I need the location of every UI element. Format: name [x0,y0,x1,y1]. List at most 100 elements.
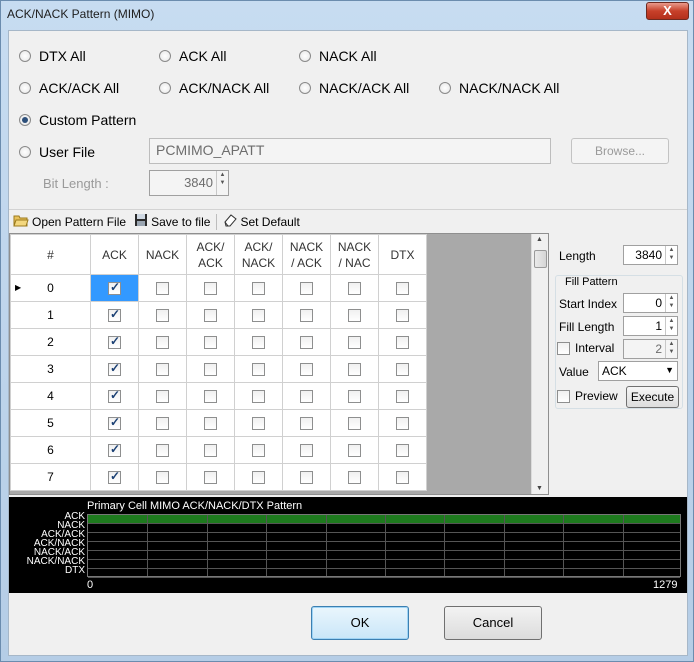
checkbox-icon[interactable] [396,444,409,458]
checkbox-icon[interactable] [204,390,217,404]
checkbox-icon[interactable] [396,471,409,485]
checkbox-icon[interactable] [348,336,361,350]
checkbox-icon[interactable] [204,471,217,485]
checkbox-icon[interactable] [252,282,265,296]
checkbox-icon[interactable] [204,336,217,350]
cell-ack-ack[interactable] [186,382,235,410]
grid-vertical-scrollbar[interactable]: ▲ ▼ [531,234,548,494]
cell-nack[interactable] [138,328,187,356]
radio-ack-ack-all[interactable]: ACK/ACK All [19,80,119,96]
radio-nack-ack-all[interactable]: NACK/ACK All [299,80,409,96]
column-header-dtx[interactable]: DTX [378,234,427,275]
cell-ack[interactable] [90,274,139,302]
radio-nack-all[interactable]: NACK All [299,48,377,64]
cell-ack-nack[interactable] [234,328,283,356]
checkbox-icon[interactable] [252,444,265,458]
row-index[interactable]: 6 [10,436,91,464]
checkbox-icon[interactable] [300,471,313,485]
cell-nack-ack[interactable] [282,355,331,383]
interval-checkbox[interactable]: Interval [557,341,614,355]
checkbox-icon[interactable] [108,307,121,323]
cell-ack-nack[interactable] [234,355,283,383]
bit-length-stepper[interactable]: 3840 ▲ ▼ [149,170,229,196]
cell-nack-ack[interactable] [282,409,331,437]
cell-nack-ack[interactable] [282,274,331,302]
cancel-button[interactable]: Cancel [444,606,542,640]
checkbox-icon[interactable] [252,417,265,431]
cell-ack-nack[interactable] [234,409,283,437]
column-header-ack-ack[interactable]: ACK/ ACK [186,234,235,275]
checkbox-icon[interactable] [300,417,313,431]
cell-dtx[interactable] [378,274,427,302]
value-select[interactable]: ACK ▼ [598,361,678,381]
spin-arrows-icon[interactable]: ▲ ▼ [665,340,677,358]
row-index[interactable]: 5 [10,409,91,437]
checkbox-icon[interactable] [300,336,313,350]
user-file-path-input[interactable]: PCMIMO_APATT [149,138,551,164]
execute-button[interactable]: Execute [626,386,679,408]
cell-ack[interactable] [90,382,139,410]
cell-nack[interactable] [138,436,187,464]
checkbox-icon[interactable] [252,471,265,485]
column-header-nack-ack[interactable]: NACK / ACK [282,234,331,275]
checkbox-icon[interactable] [348,309,361,323]
cell-nack-nack[interactable] [330,301,379,329]
checkbox-icon[interactable] [348,282,361,296]
checkbox-icon[interactable] [252,309,265,323]
cell-ack-ack[interactable] [186,274,235,302]
checkbox-icon[interactable] [108,361,121,377]
cell-ack[interactable] [90,409,139,437]
checkbox-icon[interactable] [108,469,121,485]
checkbox-icon[interactable] [156,444,169,458]
checkbox-icon[interactable] [156,309,169,323]
cell-nack-ack[interactable] [282,382,331,410]
scroll-thumb[interactable] [534,250,547,268]
cell-nack[interactable] [138,463,187,491]
cell-nack[interactable] [138,409,187,437]
checkbox-icon[interactable] [396,390,409,404]
cell-nack-nack[interactable] [330,274,379,302]
checkbox-icon[interactable] [204,309,217,323]
checkbox-icon[interactable] [396,336,409,350]
set-default-button[interactable]: Set Default [219,213,303,230]
checkbox-icon[interactable] [396,363,409,377]
length-stepper[interactable]: 3840 ▲ ▼ [623,245,678,265]
checkbox-icon[interactable] [156,417,169,431]
cell-ack-ack[interactable] [186,355,235,383]
cell-ack[interactable] [90,355,139,383]
checkbox-icon[interactable] [396,282,409,296]
start-index-stepper[interactable]: 0 ▲ ▼ [623,293,678,313]
cell-nack-ack[interactable] [282,301,331,329]
spin-arrows-icon[interactable]: ▲ ▼ [216,171,228,195]
cell-dtx[interactable] [378,436,427,464]
checkbox-icon[interactable] [348,471,361,485]
cell-dtx[interactable] [378,328,427,356]
column-header-nack[interactable]: NACK [138,234,187,275]
row-index[interactable]: ▶ 0 [10,274,91,302]
checkbox-icon[interactable] [204,363,217,377]
interval-stepper[interactable]: 2 ▲ ▼ [623,339,678,359]
row-index[interactable]: 1 [10,301,91,329]
cell-nack-nack[interactable] [330,409,379,437]
cell-nack-ack[interactable] [282,328,331,356]
row-index[interactable]: 4 [10,382,91,410]
scroll-up-icon[interactable]: ▲ [536,236,543,243]
cell-dtx[interactable] [378,355,427,383]
checkbox-icon[interactable] [108,334,121,350]
checkbox-icon[interactable] [300,309,313,323]
cell-dtx[interactable] [378,409,427,437]
cell-ack-nack[interactable] [234,436,283,464]
column-header-nack-nack[interactable]: NACK / NAC [330,234,379,275]
cell-nack-nack[interactable] [330,355,379,383]
checkbox-icon[interactable] [252,336,265,350]
checkbox-icon[interactable] [300,282,313,296]
checkbox-icon[interactable] [108,388,121,404]
cell-ack[interactable] [90,436,139,464]
cell-nack[interactable] [138,355,187,383]
save-to-file-button[interactable]: Save to file [130,213,214,230]
checkbox-icon[interactable] [300,390,313,404]
checkbox-icon[interactable] [396,309,409,323]
cell-nack-ack[interactable] [282,436,331,464]
spin-arrows-icon[interactable]: ▲ ▼ [665,317,677,335]
preview-checkbox[interactable]: Preview [557,389,618,403]
